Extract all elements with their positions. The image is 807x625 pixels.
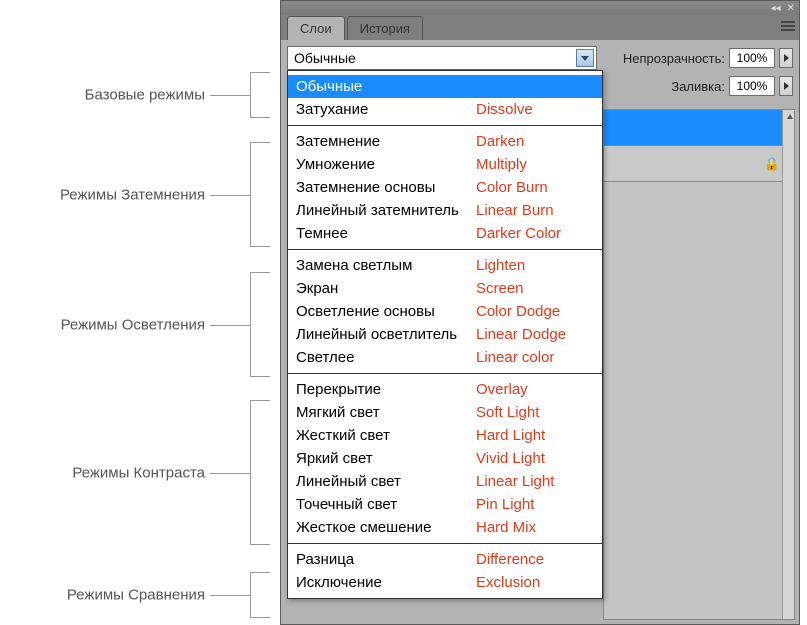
- layers-list: 🔒: [603, 109, 795, 620]
- blend-option-en: Linear color: [476, 348, 554, 367]
- blend-mode-option[interactable]: Затемнение основыColor Burn: [288, 176, 602, 199]
- blend-option-ru: Экран: [296, 279, 476, 298]
- blend-mode-option[interactable]: ПерекрытиеOverlay: [288, 378, 602, 401]
- blend-option-ru: Жесткий свет: [296, 426, 476, 445]
- annotation-darken: Режимы Затемнения: [60, 186, 205, 203]
- annotation-compare: Режимы Сравнения: [67, 587, 205, 604]
- opacity-label: Непрозрачность:: [623, 51, 725, 66]
- blend-option-en: Overlay: [476, 380, 528, 399]
- layer-background[interactable]: 🔒: [604, 146, 794, 182]
- blend-mode-dropdown: ОбычныеЗатуханиеDissolveЗатемнениеDarken…: [287, 70, 603, 599]
- blend-option-ru: Линейный затемнитель: [296, 201, 476, 220]
- blend-option-ru: Разница: [296, 550, 476, 569]
- blend-option-en: Hard Light: [476, 426, 545, 445]
- layer-selected[interactable]: [604, 110, 794, 146]
- blend-mode-option[interactable]: Мягкий светSoft Light: [288, 401, 602, 424]
- blend-option-ru: Линейный осветлитель: [296, 325, 476, 344]
- fill-stepper[interactable]: [779, 76, 793, 96]
- blend-mode-option[interactable]: Линейный затемнительLinear Burn: [288, 199, 602, 222]
- blend-mode-option[interactable]: Жесткий светHard Light: [288, 424, 602, 447]
- blend-mode-option[interactable]: Обычные: [288, 75, 602, 98]
- tab-history[interactable]: История: [347, 16, 423, 40]
- blend-mode-option[interactable]: СветлееLinear color: [288, 346, 602, 369]
- blend-option-en: Hard Mix: [476, 518, 536, 537]
- blend-option-ru: Умножение: [296, 155, 476, 174]
- blend-option-en: Darken: [476, 132, 524, 151]
- annotation-contrast: Режимы Контраста: [72, 464, 205, 481]
- fill-value[interactable]: 100%: [729, 76, 775, 96]
- annotation-lighten: Режимы Осветления: [61, 316, 205, 333]
- blend-option-ru: Темнее: [296, 224, 476, 243]
- blend-mode-option[interactable]: Осветление основыColor Dodge: [288, 300, 602, 323]
- blend-mode-option[interactable]: Жесткое смешениеHard Mix: [288, 516, 602, 539]
- blend-option-ru: Яркий свет: [296, 449, 476, 468]
- blend-option-ru: Светлее: [296, 348, 476, 367]
- blend-mode-option[interactable]: Точечный светPin Light: [288, 493, 602, 516]
- lock-icon: 🔒: [764, 156, 780, 172]
- blend-mode-value: Обычные: [294, 50, 356, 66]
- blend-option-en: Linear Dodge: [476, 325, 566, 344]
- blend-option-ru: Точечный свет: [296, 495, 476, 514]
- blend-option-en: Difference: [476, 550, 544, 569]
- blend-option-ru: Затухание: [296, 100, 476, 119]
- blend-option-en: Multiply: [476, 155, 527, 174]
- blend-option-en: Screen: [476, 279, 524, 298]
- blend-mode-option[interactable]: ЗатуханиеDissolve: [288, 98, 602, 121]
- blend-option-ru: Линейный свет: [296, 472, 476, 491]
- blend-option-en: Lighten: [476, 256, 525, 275]
- blend-option-en: Linear Light: [476, 472, 554, 491]
- blend-mode-option[interactable]: ЭкранScreen: [288, 277, 602, 300]
- blend-option-en: Vivid Light: [476, 449, 545, 468]
- blend-mode-select[interactable]: Обычные: [287, 46, 597, 70]
- blend-mode-option[interactable]: РазницаDifference: [288, 548, 602, 571]
- blend-mode-option[interactable]: ЗатемнениеDarken: [288, 130, 602, 153]
- collapse-icon[interactable]: ◂◂: [771, 3, 781, 14]
- blend-opacity-row: Обычные Непрозрачность: 100%: [281, 40, 799, 70]
- panel-titlebar: ◂◂ ✕: [281, 1, 799, 15]
- blend-mode-option[interactable]: УмножениеMultiply: [288, 153, 602, 176]
- blend-option-ru: Обычные: [296, 77, 476, 96]
- blend-mode-option[interactable]: Линейный светLinear Light: [288, 470, 602, 493]
- blend-option-ru: Исключение: [296, 573, 476, 592]
- blend-mode-option[interactable]: Яркий светVivid Light: [288, 447, 602, 470]
- blend-option-en: Exclusion: [476, 573, 540, 592]
- blend-option-ru: Мягкий свет: [296, 403, 476, 422]
- layers-panel: ◂◂ ✕ Слои История Обычные Непрозрачность…: [280, 0, 800, 625]
- opacity-value[interactable]: 100%: [729, 48, 775, 68]
- blend-option-en: Color Burn: [476, 178, 548, 197]
- fill-label: Заливка:: [671, 79, 725, 94]
- panel-menu-icon[interactable]: [781, 19, 795, 33]
- blend-option-en: Soft Light: [476, 403, 539, 422]
- annotation-basic: Базовые режимы: [85, 87, 205, 104]
- scrollbar[interactable]: [782, 110, 794, 619]
- blend-option-ru: Жесткое смешение: [296, 518, 476, 537]
- blend-option-en: Dissolve: [476, 100, 533, 119]
- blend-option-en: Darker Color: [476, 224, 561, 243]
- blend-option-en: Color Dodge: [476, 302, 560, 321]
- panel-tabs: Слои История: [281, 15, 799, 40]
- blend-option-ru: Затемнение: [296, 132, 476, 151]
- tab-layers[interactable]: Слои: [287, 16, 345, 40]
- blend-option-ru: Замена светлым: [296, 256, 476, 275]
- blend-mode-option[interactable]: ИсключениеExclusion: [288, 571, 602, 594]
- blend-mode-option[interactable]: ТемнееDarker Color: [288, 222, 602, 245]
- blend-option-en: Pin Light: [476, 495, 534, 514]
- dropdown-arrow-icon[interactable]: [576, 49, 594, 67]
- opacity-stepper[interactable]: [779, 48, 793, 68]
- blend-mode-option[interactable]: Линейный осветлительLinear Dodge: [288, 323, 602, 346]
- blend-option-en: Linear Burn: [476, 201, 554, 220]
- blend-option-ru: Осветление основы: [296, 302, 476, 321]
- blend-option-ru: Затемнение основы: [296, 178, 476, 197]
- close-icon[interactable]: ✕: [787, 3, 795, 14]
- blend-mode-option[interactable]: Замена светлымLighten: [288, 254, 602, 277]
- blend-option-ru: Перекрытие: [296, 380, 476, 399]
